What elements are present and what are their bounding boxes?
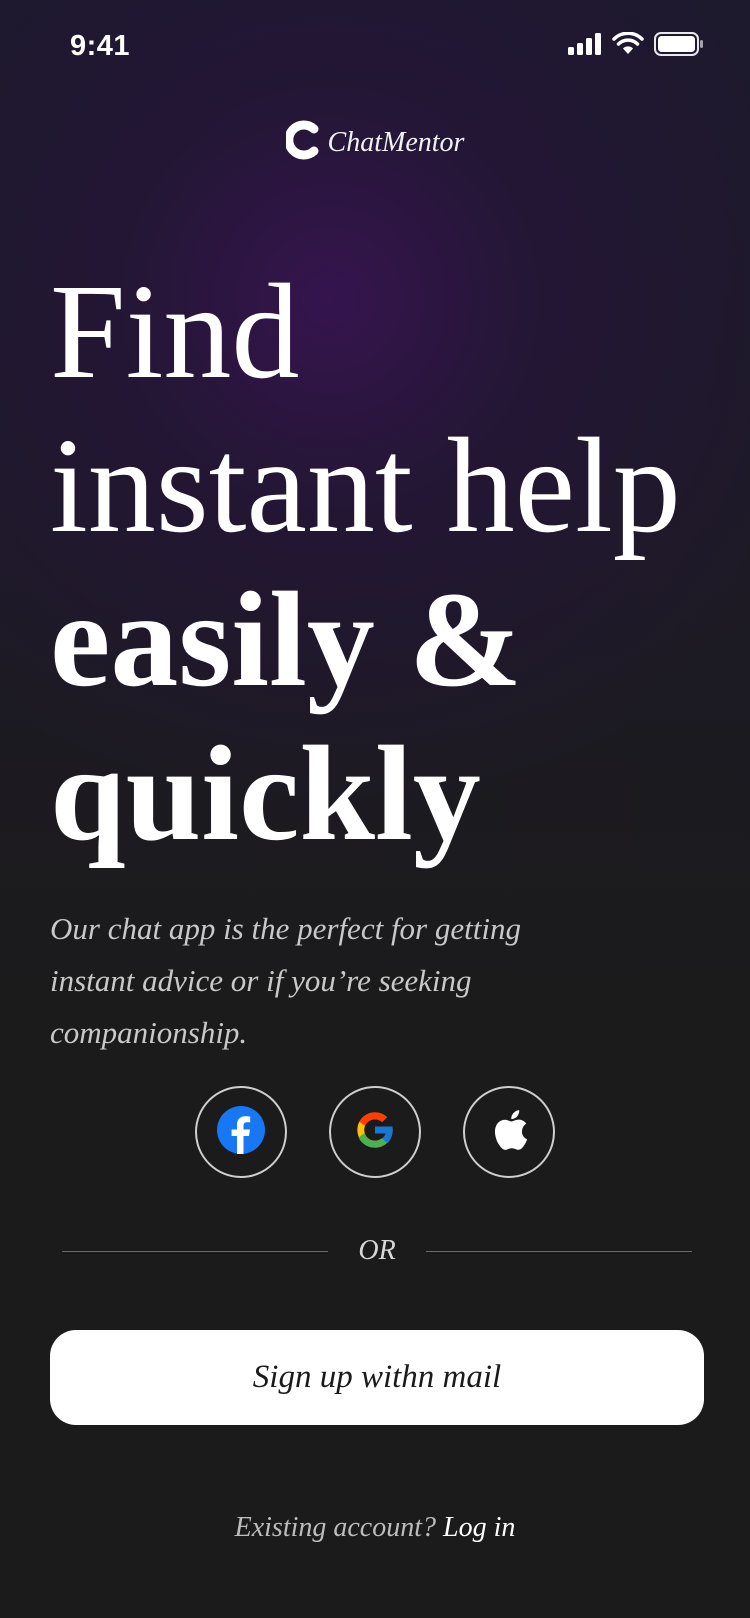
headline-line-2: instant help (50, 411, 681, 561)
status-icons (568, 31, 704, 61)
brand-name: ChatMentor (327, 126, 465, 158)
signal-icon (568, 32, 602, 60)
headline-line-1: Find (50, 257, 300, 407)
divider-line-left (62, 1250, 329, 1252)
google-icon (352, 1107, 398, 1158)
apple-icon (488, 1107, 530, 1158)
wifi-icon (612, 31, 644, 60)
facebook-icon (217, 1105, 265, 1159)
headline-line-4: quickly (50, 719, 481, 869)
c-logo-icon (283, 120, 320, 165)
status-time: 9:41 (70, 30, 131, 62)
onboarding-screen: 9:41 ChatMentor Find instant help easily… (0, 0, 750, 1618)
apple-login-button[interactable] (463, 1086, 555, 1178)
hero-subtitle: Our chat app is the perfect for getting … (50, 911, 521, 1050)
headline-line-3: easily & (50, 565, 523, 715)
or-divider: OR (62, 1235, 693, 1267)
social-login-row (0, 1086, 750, 1178)
divider-line-right (425, 1250, 693, 1252)
existing-account-text: Existing account? (234, 1512, 437, 1543)
login-link[interactable]: Log in (443, 1512, 515, 1543)
battery-icon (654, 31, 704, 61)
facebook-login-button[interactable] (195, 1086, 287, 1178)
google-login-button[interactable] (329, 1086, 421, 1178)
hero-headline: Find instant help easily & quickly (50, 255, 730, 871)
brand-logo: ChatMentor (0, 120, 750, 165)
login-prompt: Existing account? Log in (0, 1512, 750, 1544)
signup-with-mail-button[interactable]: Sign up withn mail (50, 1330, 704, 1425)
or-label: OR (358, 1235, 396, 1266)
